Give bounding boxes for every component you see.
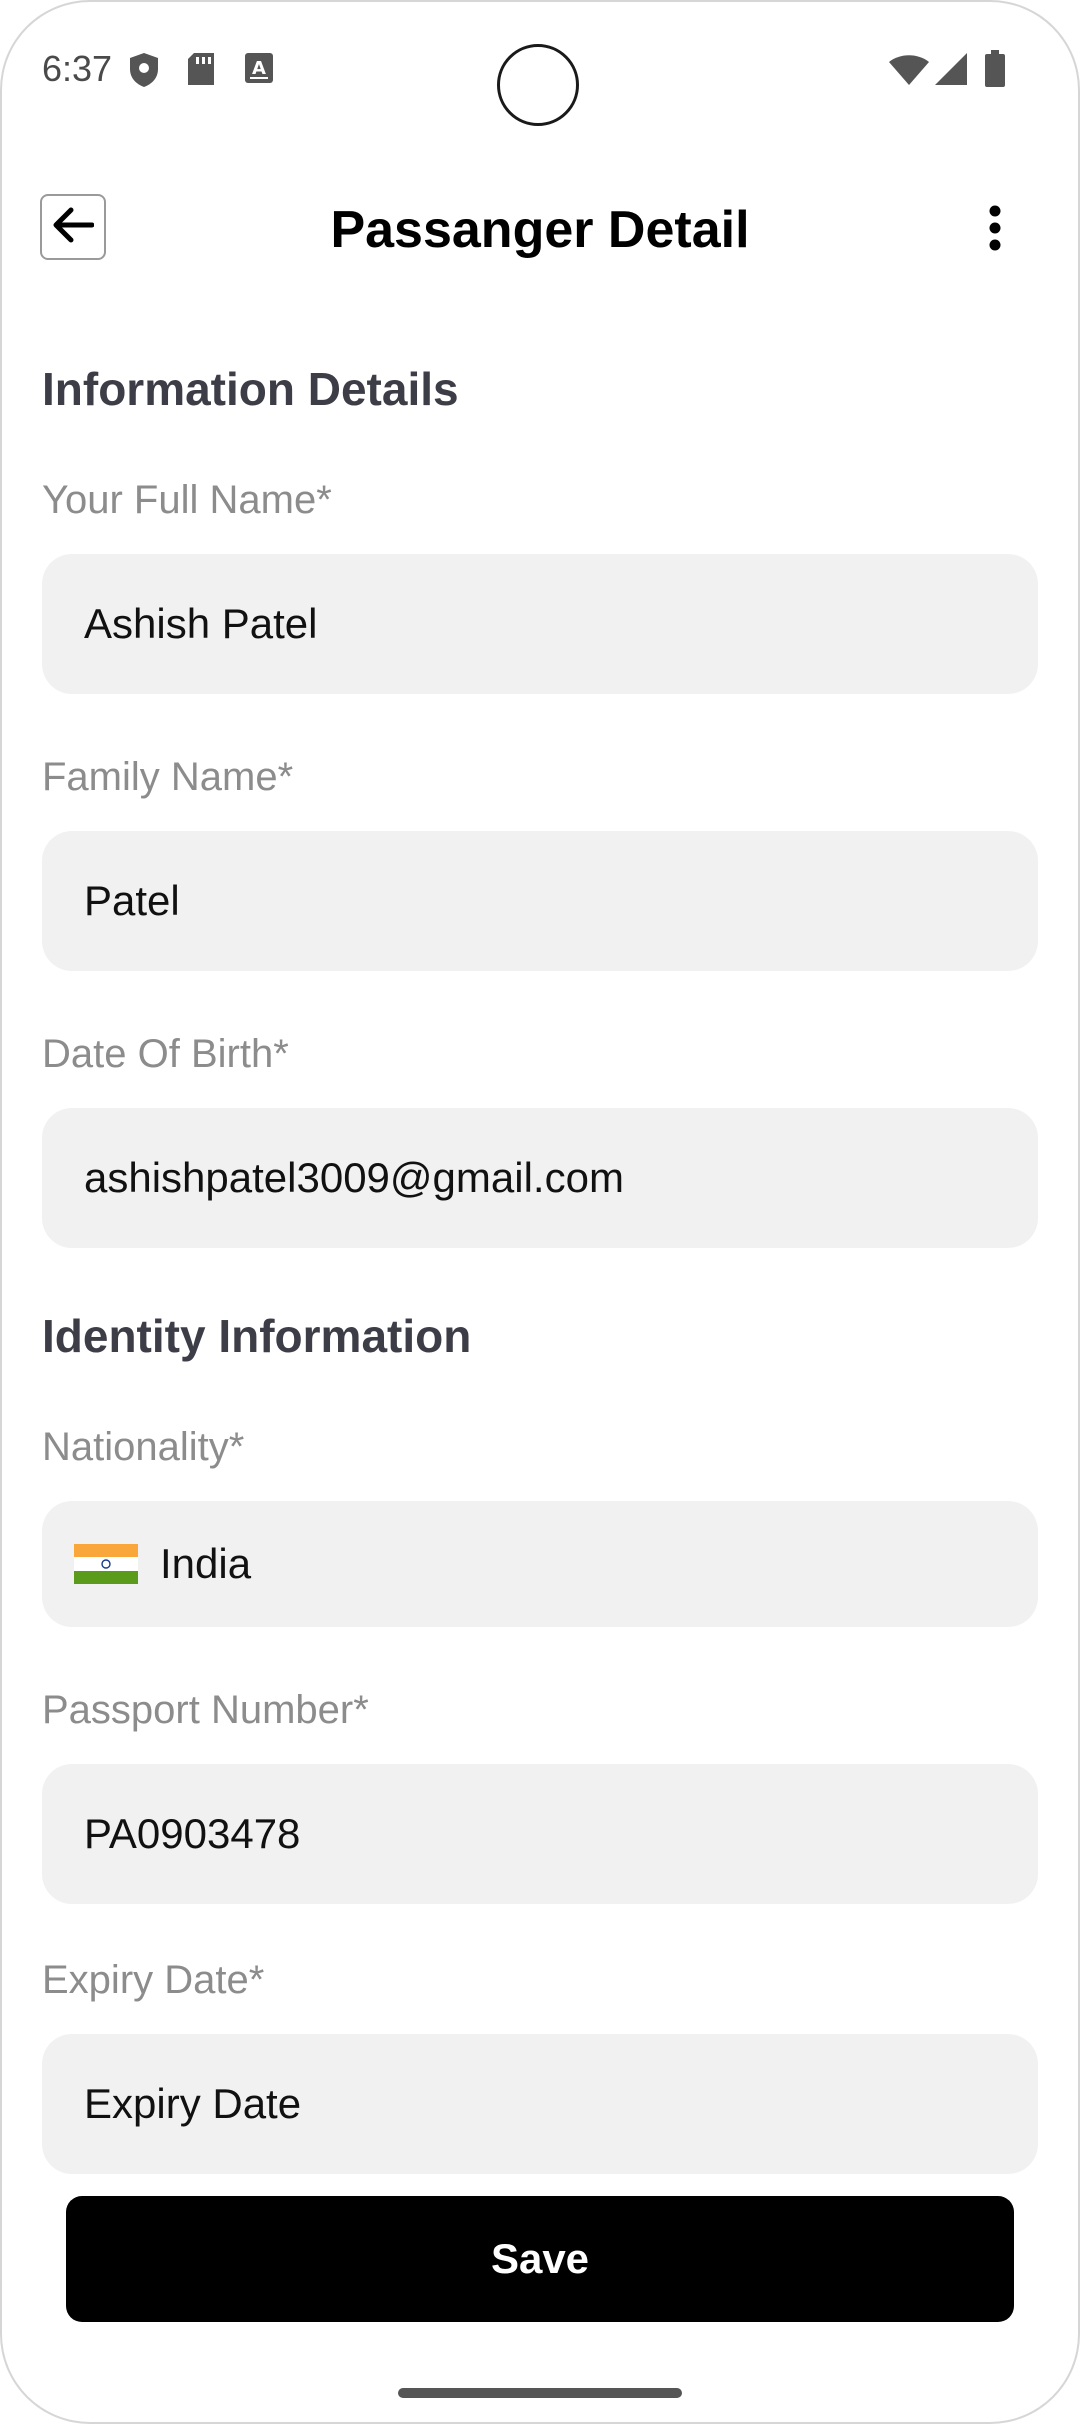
expiry-label: Expiry Date*: [42, 1958, 265, 2002]
more-vertical-icon: [988, 205, 1002, 256]
family-name-field[interactable]: Patel: [42, 831, 1038, 971]
dob-field[interactable]: ashishpatel3009@gmail.com: [42, 1108, 1038, 1248]
phone-screen: 6:37 A Passanger Detail Information Deta…: [0, 0, 1080, 2424]
expiry-value: Expiry Date: [84, 2080, 302, 2127]
family-name-value: Patel: [84, 877, 180, 924]
full-name-value: Ashish Patel: [84, 600, 318, 647]
india-flag-icon: [74, 1544, 138, 1584]
section-heading-identity: Identity Information: [42, 1310, 472, 1362]
section-heading-information: Information Details: [42, 363, 459, 415]
passport-label: Passport Number*: [42, 1688, 369, 1732]
more-options-button[interactable]: [975, 200, 1015, 260]
status-bar: 6:37 A: [0, 0, 1080, 140]
svg-text:A: A: [252, 58, 266, 79]
passport-value: PA0903478: [84, 1810, 301, 1857]
status-time: 6:37: [42, 48, 113, 89]
dob-label: Date Of Birth*: [42, 1032, 289, 1076]
app-bar: Passanger Detail: [0, 180, 1080, 280]
page-title: Passanger Detail: [330, 201, 750, 259]
sd-card-icon: [186, 52, 216, 91]
nationality-label: Nationality*: [42, 1425, 245, 1469]
cell-signal-icon: [934, 52, 968, 91]
passport-field[interactable]: PA0903478: [42, 1764, 1038, 1904]
camera-cutout: [497, 44, 579, 126]
full-name-field[interactable]: Ashish Patel: [42, 554, 1038, 694]
shield-icon: [128, 52, 160, 93]
save-button[interactable]: Save: [66, 2196, 1014, 2322]
expiry-field[interactable]: Expiry Date: [42, 2034, 1038, 2174]
keyboard-a-icon: A: [244, 52, 274, 89]
family-name-label: Family Name*: [42, 755, 294, 799]
wifi-icon: [888, 54, 930, 91]
dob-value: ashishpatel3009@gmail.com: [84, 1154, 624, 1201]
nationality-field[interactable]: India: [42, 1501, 1038, 1627]
battery-icon: [984, 50, 1006, 93]
nationality-value: India: [160, 1540, 252, 1587]
home-indicator[interactable]: [398, 2388, 682, 2398]
full-name-label: Your Full Name*: [42, 478, 332, 522]
